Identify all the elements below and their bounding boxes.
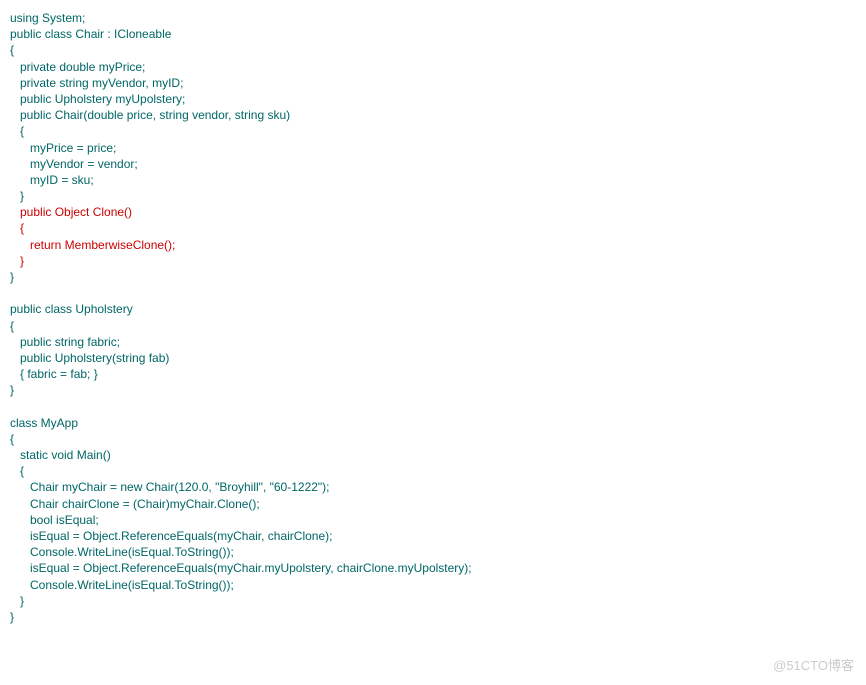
- code-line: using System;: [10, 11, 85, 25]
- code-line: public Upholstery(string fab): [10, 351, 169, 365]
- code-line: public class Upholstery: [10, 302, 133, 316]
- code-line-highlight: }: [10, 254, 24, 268]
- code-line-highlight: return MemberwiseClone();: [10, 238, 175, 252]
- code-line: Chair chairClone = (Chair)myChair.Clone(…: [10, 497, 260, 511]
- code-block: using System; public class Chair : IClon…: [10, 10, 856, 625]
- code-line: Console.WriteLine(isEqual.ToString());: [10, 545, 234, 559]
- code-line: {: [10, 124, 24, 138]
- code-line: }: [10, 270, 14, 284]
- code-line: public Chair(double price, string vendor…: [10, 108, 290, 122]
- code-line: { fabric = fab; }: [10, 367, 98, 381]
- code-line: }: [10, 594, 24, 608]
- code-line: Chair myChair = new Chair(120.0, "Broyhi…: [10, 480, 330, 494]
- code-line: {: [10, 432, 14, 446]
- code-line: bool isEqual;: [10, 513, 99, 527]
- code-line: myPrice = price;: [10, 141, 116, 155]
- code-line: public Upholstery myUpolstery;: [10, 92, 185, 106]
- code-line: }: [10, 383, 14, 397]
- code-line: {: [10, 43, 14, 57]
- code-line: isEqual = Object.ReferenceEquals(myChair…: [10, 529, 332, 543]
- code-line: myID = sku;: [10, 173, 94, 187]
- code-line: class MyApp: [10, 416, 78, 430]
- code-line: }: [10, 189, 24, 203]
- watermark: @51CTO博客: [773, 657, 854, 675]
- code-line: static void Main(): [10, 448, 111, 462]
- code-line: private string myVendor, myID;: [10, 76, 183, 90]
- code-line: myVendor = vendor;: [10, 157, 138, 171]
- code-line: {: [10, 464, 24, 478]
- code-line: Console.WriteLine(isEqual.ToString());: [10, 578, 234, 592]
- code-line: {: [10, 319, 14, 333]
- code-line: }: [10, 610, 14, 624]
- code-line: private double myPrice;: [10, 60, 145, 74]
- code-line-highlight: public Object Clone(): [10, 205, 132, 219]
- code-line: public string fabric;: [10, 335, 120, 349]
- code-line-highlight: {: [10, 221, 24, 235]
- code-line: public class Chair : ICloneable: [10, 27, 171, 41]
- code-line: isEqual = Object.ReferenceEquals(myChair…: [10, 561, 472, 575]
